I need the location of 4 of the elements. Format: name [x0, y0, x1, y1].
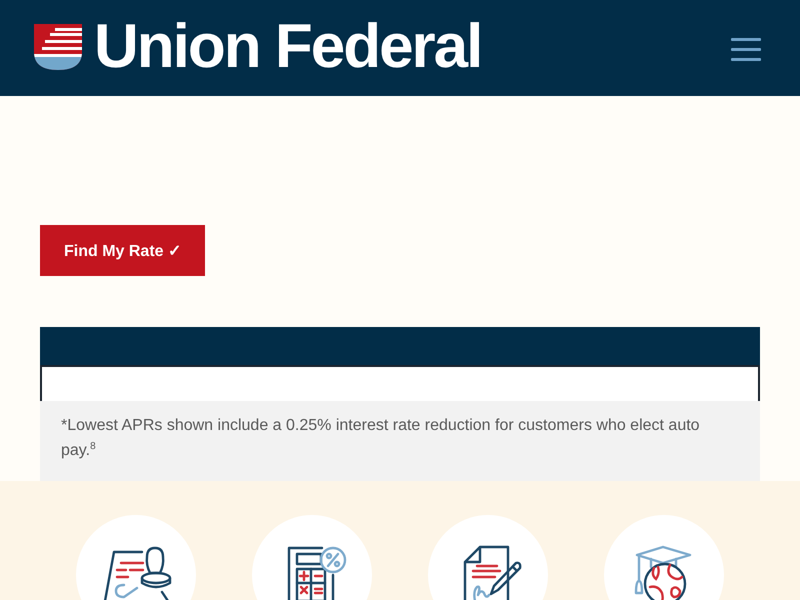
find-rate-button[interactable]: Find My Rate ✓ [40, 225, 205, 276]
footnote-text: *Lowest APRs shown include a 0.25% interest rate reduction for customers who elect auto pay.$^{8}$ [61, 416, 701, 461]
shield-logo-icon [34, 24, 82, 70]
menu-icon[interactable] [731, 38, 761, 60]
